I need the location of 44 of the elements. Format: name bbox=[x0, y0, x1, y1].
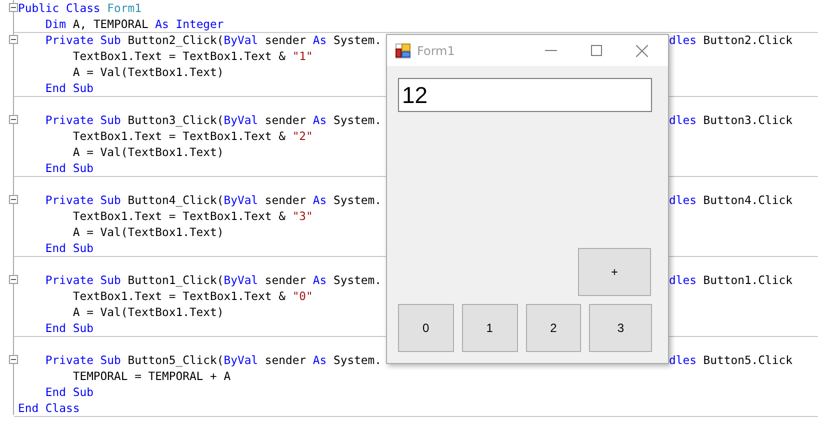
form-button[interactable]: 1 bbox=[462, 304, 518, 352]
code-line: TextBox1.Text = TextBox1.Text & "2" bbox=[72, 129, 313, 143]
code-line: End Sub bbox=[44, 161, 94, 175]
code-line: End Sub bbox=[44, 241, 94, 255]
code-line: TEMPORAL = TEMPORAL + A bbox=[72, 369, 231, 383]
code-line: Private Sub Button2_Click(ByVal sender As System. bbox=[44, 33, 382, 47]
collapse-icon[interactable] bbox=[9, 115, 18, 124]
code-line: End Sub bbox=[44, 81, 94, 95]
code-line: Public Class Form1 bbox=[18, 1, 142, 15]
code-line: Private Sub Button4_Click(ByVal sender As System. bbox=[44, 193, 382, 207]
form-button[interactable]: 3 bbox=[589, 304, 652, 352]
code-line: dles Button1.Click bbox=[669, 273, 792, 287]
code-line: A = Val(TextBox1.Text) bbox=[72, 225, 224, 239]
code-line: End Sub bbox=[44, 385, 94, 399]
code-line: A = Val(TextBox1.Text) bbox=[72, 65, 224, 79]
code-line: End Class bbox=[18, 401, 80, 415]
form-button[interactable]: 2 bbox=[526, 304, 582, 352]
code-line: Private Sub Button1_Click(ByVal sender As System. bbox=[44, 273, 382, 287]
collapse-icon[interactable] bbox=[9, 3, 18, 12]
code-line: Dim A, TEMPORAL As Integer bbox=[44, 17, 224, 31]
code-line: Private Sub Button3_Click(ByVal sender As System. bbox=[44, 113, 382, 127]
collapse-icon[interactable] bbox=[9, 275, 18, 284]
collapse-icon[interactable] bbox=[9, 195, 18, 204]
code-line: Private Sub Button5_Click(ByVal sender As System. bbox=[44, 353, 382, 367]
app-icon bbox=[395, 42, 411, 58]
code-line: TextBox1.Text = TextBox1.Text & "1" bbox=[72, 49, 313, 63]
code-line: dles Button3.Click bbox=[669, 113, 792, 127]
code-line: TextBox1.Text = TextBox1.Text & "0" bbox=[72, 289, 313, 303]
code-line: A = Val(TextBox1.Text) bbox=[72, 305, 224, 319]
code-line: dles Button2.Click bbox=[669, 33, 792, 47]
code-line: End Sub bbox=[44, 321, 94, 335]
window-title: Form1 bbox=[417, 44, 456, 58]
collapse-icon[interactable] bbox=[9, 355, 18, 364]
text-field[interactable]: 12 bbox=[398, 78, 652, 112]
code-line: dles Button5.Click bbox=[669, 353, 792, 367]
code-line: A = Val(TextBox1.Text) bbox=[72, 145, 224, 159]
maximize-icon[interactable] bbox=[591, 45, 602, 56]
code-line: TextBox1.Text = TextBox1.Text & "3" bbox=[72, 209, 313, 223]
code-line: dles Button4.Click bbox=[669, 193, 792, 207]
close-icon[interactable] bbox=[636, 44, 648, 56]
collapse-icon[interactable] bbox=[9, 35, 18, 44]
form-button[interactable]: 0 bbox=[398, 304, 454, 352]
form-button[interactable]: + bbox=[578, 248, 651, 296]
minimize-icon[interactable] bbox=[545, 50, 557, 52]
